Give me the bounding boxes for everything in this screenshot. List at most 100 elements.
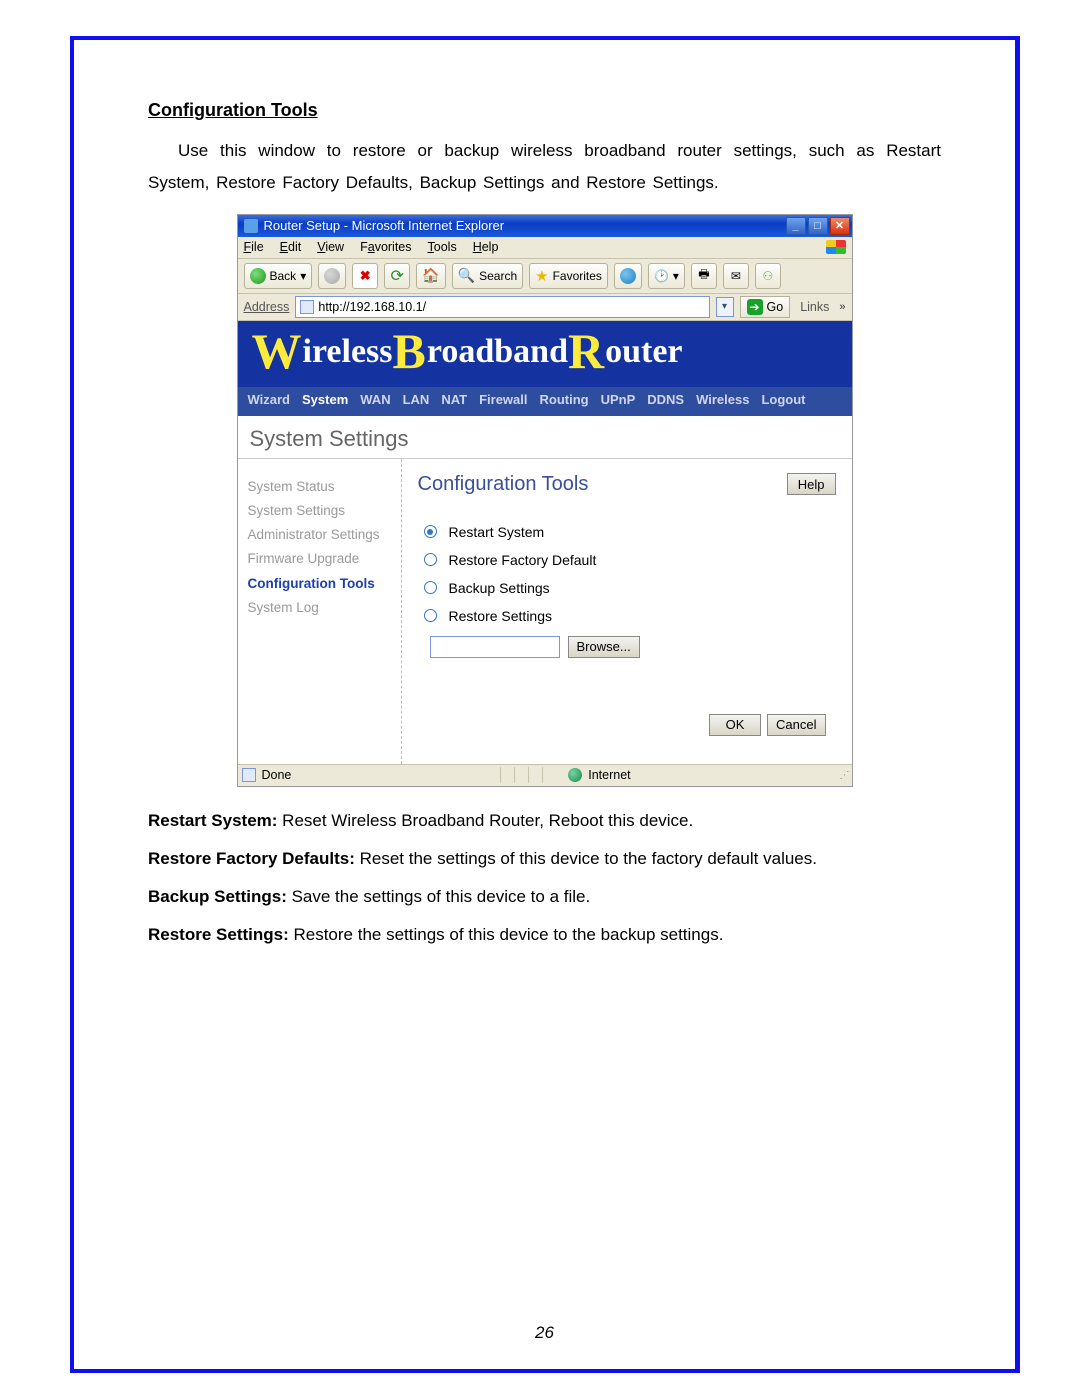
address-url: http://192.168.10.1/ — [318, 300, 426, 314]
mail-icon: ✉ — [731, 269, 741, 283]
back-button[interactable]: Back ▾ — [244, 263, 313, 289]
forward-icon — [324, 268, 340, 284]
tab-system[interactable]: System — [302, 392, 348, 407]
radio-backup[interactable] — [424, 581, 437, 594]
go-label: Go — [767, 300, 784, 314]
address-input[interactable]: http://192.168.10.1/ — [295, 296, 709, 318]
menu-favorites[interactable]: Favorites — [360, 240, 411, 254]
forward-button[interactable] — [318, 263, 346, 289]
menu-tools[interactable]: Tools — [428, 240, 457, 254]
def-restart-b: Restart System: — [148, 811, 277, 830]
search-button[interactable]: 🔍 Search — [452, 263, 523, 289]
messenger-button[interactable]: ⚇ — [755, 263, 781, 289]
tab-wizard[interactable]: Wizard — [248, 392, 291, 407]
page-heading: System Settings — [238, 416, 852, 459]
media-button[interactable] — [614, 263, 642, 289]
sidebar-item-admin[interactable]: Administrator Settings — [248, 523, 391, 547]
help-button[interactable]: Help — [787, 473, 836, 495]
ok-button[interactable]: OK — [709, 714, 761, 736]
radio-factory[interactable] — [424, 553, 437, 566]
search-label: Search — [479, 269, 517, 283]
banner-cap-b: B — [393, 331, 426, 371]
mail-button[interactable]: ✉ — [723, 263, 749, 289]
tab-firewall[interactable]: Firewall — [479, 392, 527, 407]
radio-restore[interactable] — [424, 609, 437, 622]
banner-word-2: roadband — [427, 333, 568, 371]
option-backup-label: Backup Settings — [449, 580, 550, 596]
intro-text: Use this window to restore or backup wir… — [148, 135, 941, 200]
star-icon: ★ — [535, 267, 548, 285]
home-button[interactable]: 🏠 — [416, 263, 445, 289]
radio-restart[interactable] — [424, 525, 437, 538]
menu-view[interactable]: View — [317, 240, 344, 254]
option-backup[interactable]: Backup Settings — [424, 574, 836, 602]
section-title: Configuration Tools — [148, 100, 941, 121]
menu-edit[interactable]: Edit — [280, 240, 302, 254]
close-button[interactable]: ✕ — [830, 217, 850, 235]
browse-button[interactable]: Browse... — [568, 636, 640, 658]
favorites-button[interactable]: ★ Favorites — [529, 263, 608, 289]
option-factory-label: Restore Factory Default — [449, 552, 597, 568]
search-icon: 🔍 — [458, 267, 475, 284]
chevron-down-icon: ▾ — [300, 269, 306, 283]
favorites-label: Favorites — [553, 269, 602, 283]
globe-icon — [568, 768, 582, 782]
history-icon: 🕑 — [654, 269, 669, 283]
links-label[interactable]: Links — [796, 300, 833, 314]
window-titlebar: Router Setup - Microsoft Internet Explor… — [238, 215, 852, 237]
tab-nat[interactable]: NAT — [441, 392, 467, 407]
sidebar-item-status[interactable]: System Status — [248, 475, 391, 499]
printer-icon: 🖶 — [698, 265, 709, 286]
sidebar: System Status System Settings Administra… — [238, 459, 402, 764]
print-button[interactable]: 🖶 — [691, 263, 717, 289]
content-area: Configuration Tools Help Restart System … — [402, 459, 852, 764]
option-factory[interactable]: Restore Factory Default — [424, 546, 836, 574]
tab-lan[interactable]: LAN — [403, 392, 430, 407]
sidebar-item-firmware[interactable]: Firmware Upgrade — [248, 547, 391, 571]
def-restore-t: Restore the settings of this device to t… — [289, 925, 724, 944]
back-label: Back — [270, 269, 297, 283]
address-dropdown-button[interactable]: ▾ — [716, 297, 734, 317]
tab-ddns[interactable]: DDNS — [647, 392, 684, 407]
page-frame: Configuration Tools Use this window to r… — [70, 36, 1020, 1373]
windows-flag-icon — [826, 240, 846, 254]
refresh-button[interactable]: ⟳ — [384, 263, 410, 289]
links-expand-icon[interactable]: » — [839, 301, 845, 313]
definitions: Restart System: Reset Wireless Broadband… — [148, 805, 941, 952]
page-number: 26 — [74, 1323, 1015, 1343]
messenger-icon: ⚇ — [763, 269, 774, 283]
def-factory-b: Restore Factory Defaults: — [148, 849, 355, 868]
toolbar: Back ▾ ✖ ⟳ 🏠 🔍 Search ★ Favorites 🕑▾ 🖶 ✉… — [238, 259, 852, 294]
tab-wireless[interactable]: Wireless — [696, 392, 749, 407]
status-bar: Done Internet ⋰ — [238, 764, 852, 786]
cancel-button[interactable]: Cancel — [767, 714, 825, 736]
banner-word-1: ireless — [303, 333, 393, 371]
option-restore[interactable]: Restore Settings — [424, 602, 836, 630]
resize-grip-icon: ⋰ — [840, 770, 848, 781]
stop-button[interactable]: ✖ — [352, 263, 378, 289]
menu-file[interactable]: File — [244, 240, 264, 254]
sidebar-item-log[interactable]: System Log — [248, 596, 391, 620]
ie-icon — [244, 219, 258, 233]
tab-upnp[interactable]: UPnP — [601, 392, 636, 407]
tab-routing[interactable]: Routing — [540, 392, 589, 407]
status-page-icon — [242, 768, 256, 782]
restore-file-input[interactable] — [430, 636, 560, 658]
browser-window: Router Setup - Microsoft Internet Explor… — [237, 214, 853, 787]
maximize-button[interactable]: □ — [808, 217, 828, 235]
router-banner: W ireless B roadband R outer — [238, 321, 852, 387]
option-restart[interactable]: Restart System — [424, 518, 836, 546]
page-icon — [300, 300, 314, 314]
menu-help[interactable]: Help — [473, 240, 499, 254]
options-group: Restart System Restore Factory Default B… — [418, 518, 836, 658]
go-button[interactable]: ➔ Go — [740, 296, 791, 318]
tab-wan[interactable]: WAN — [360, 392, 390, 407]
menu-bar: File Edit View Favorites Tools Help — [238, 237, 852, 259]
sidebar-item-config[interactable]: Configuration Tools — [248, 572, 391, 596]
minimize-button[interactable]: _ — [786, 217, 806, 235]
sidebar-item-settings[interactable]: System Settings — [248, 499, 391, 523]
tab-logout[interactable]: Logout — [761, 392, 805, 407]
history-button[interactable]: 🕑▾ — [648, 263, 685, 289]
option-restart-label: Restart System — [449, 524, 545, 540]
status-zone: Internet — [588, 768, 630, 782]
